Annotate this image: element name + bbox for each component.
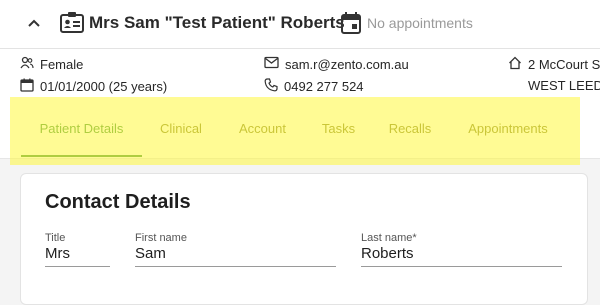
title-label: Title	[45, 232, 66, 244]
title-field[interactable]: Mrs	[45, 244, 110, 267]
email-icon	[264, 56, 285, 72]
home-icon	[508, 56, 528, 73]
phone-info[interactable]: 0492 277 524	[264, 78, 364, 95]
dob-info: 01/01/2000 (25 years)	[20, 78, 167, 95]
tab-patient-details[interactable]: Patient Details	[21, 97, 142, 158]
gender-info: Female	[20, 56, 83, 73]
phone-icon	[264, 78, 284, 95]
address-line1: 2 McCourt S	[528, 57, 600, 72]
tab-tasks[interactable]: Tasks	[310, 97, 367, 158]
address-line2-row: WEST LEEDE	[528, 78, 600, 93]
id-card-icon	[60, 12, 84, 39]
email-info[interactable]: sam.r@zento.com.au	[264, 56, 409, 72]
first-name-field[interactable]: Sam	[135, 244, 336, 267]
dob-text: 01/01/2000 (25 years)	[40, 79, 168, 94]
patient-header: Mrs Sam "Test Patient" Roberts No appoin…	[0, 0, 600, 49]
last-name-label: Last name*	[361, 232, 417, 244]
active-tab-indicator	[21, 155, 142, 157]
tab-recalls[interactable]: Recalls	[378, 97, 442, 158]
first-name-label: First name	[135, 232, 187, 244]
address-info: 2 McCourt S	[508, 56, 600, 73]
tab-appointments[interactable]: Appointments	[456, 97, 560, 158]
contact-details-title: Contact Details	[45, 191, 191, 213]
tab-clinical[interactable]: Clinical	[145, 97, 217, 158]
last-name-field[interactable]: Roberts	[361, 244, 562, 267]
calendar-icon	[341, 12, 361, 39]
gender-text: Female	[40, 57, 84, 72]
calendar-small-icon	[20, 78, 40, 95]
email-text[interactable]: sam.r@zento.com.au	[285, 57, 409, 72]
address-line2: WEST LEEDE	[528, 78, 600, 93]
tab-account[interactable]: Account	[225, 97, 300, 158]
phone-text[interactable]: 0492 277 524	[284, 79, 364, 94]
appointments-status: No appointments	[367, 15, 473, 31]
chevron-up-icon[interactable]	[26, 15, 42, 31]
patient-name: Mrs Sam "Test Patient" Roberts	[89, 13, 345, 32]
people-icon	[20, 56, 40, 73]
